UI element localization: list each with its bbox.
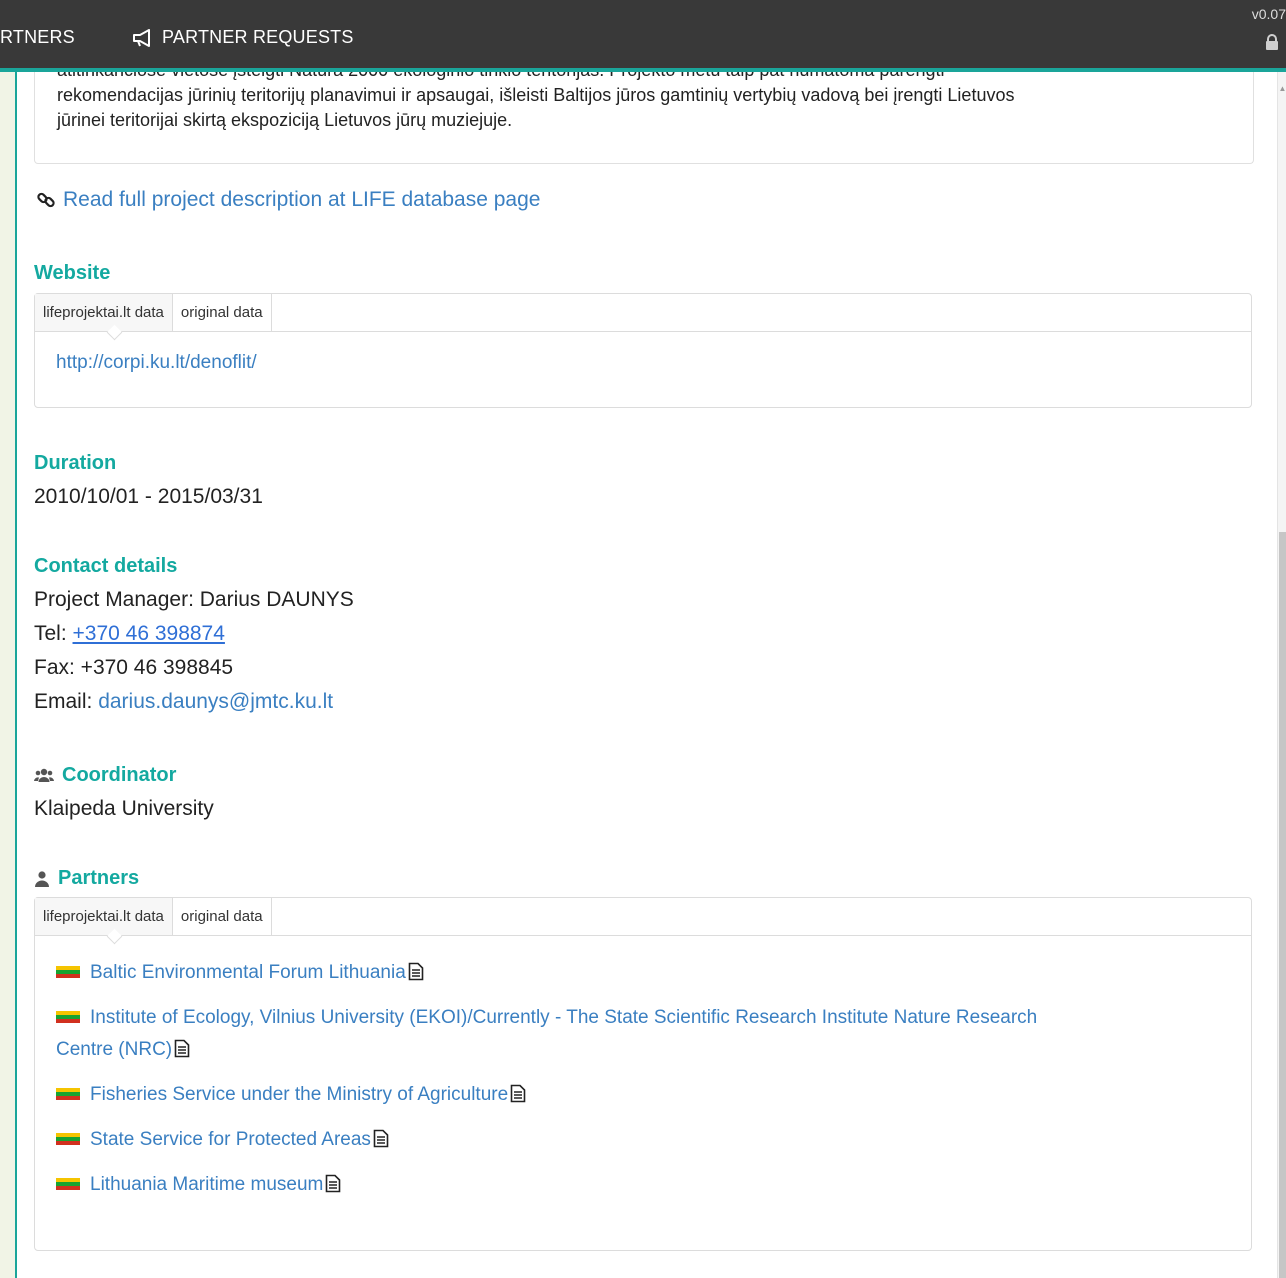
partners-list: Baltic Environmental Forum Lithuania Ins… <box>35 936 1251 1201</box>
website-tabs: lifeprojektai.lt data original data <box>35 294 1251 332</box>
tab-lifeprojektai-data[interactable]: lifeprojektai.lt data <box>35 898 173 935</box>
partner-link[interactable]: State Service for Protected Areas <box>90 1129 371 1150</box>
contact-heading: Contact details <box>34 555 178 577</box>
partners-heading-row: Partners <box>34 867 139 890</box>
tab-original-data[interactable]: original data <box>173 294 272 331</box>
email-link[interactable]: darius.daunys@jmtc.ku.lt <box>98 690 333 713</box>
lithuania-flag-icon <box>56 1133 80 1145</box>
partner-link[interactable]: Institute of Ecology, Vilnius University… <box>90 1007 1037 1028</box>
lock-icon[interactable] <box>1264 34 1280 50</box>
project-detail-panel: atitinkančiose vietose įsteigti Natura 2… <box>15 72 1277 1278</box>
lithuania-flag-icon <box>56 1178 80 1190</box>
nav-partner-requests[interactable]: PARTNER REQUESTS <box>132 27 354 48</box>
lithuania-flag-icon <box>56 1011 80 1023</box>
document-icon[interactable] <box>373 1129 389 1148</box>
coordinator-heading: Coordinator <box>62 764 177 786</box>
partner-link[interactable]: Fisheries Service under the Ministry of … <box>90 1084 508 1105</box>
description-line: rekomendacijas jūrinių teritorijų planav… <box>57 85 1015 105</box>
document-icon[interactable] <box>325 1174 341 1193</box>
link-icon <box>37 192 55 208</box>
coordinator-heading-row: Coordinator <box>34 764 176 787</box>
scrollbar-thumb[interactable] <box>1279 532 1286 1278</box>
partner-link-continued[interactable]: Centre (NRC) <box>56 1039 172 1060</box>
top-navbar: RTNERS PARTNER REQUESTS v0.07 <box>0 0 1286 72</box>
user-icon <box>35 870 49 887</box>
read-full-description-label: Read full project description at LIFE da… <box>63 188 541 211</box>
lithuania-flag-icon <box>56 1088 80 1100</box>
partner-item: Lithuania Maritime museum <box>56 1169 1230 1201</box>
description-line: atitinkančiose vietose įsteigti Natura 2… <box>57 72 1231 83</box>
contact-email-row: Email: darius.daunys@jmtc.ku.lt <box>34 685 354 719</box>
users-icon <box>34 768 54 782</box>
partners-tabbox: lifeprojektai.lt data original data Balt… <box>34 897 1252 1251</box>
partner-item: State Service for Protected Areas <box>56 1124 1230 1156</box>
document-icon[interactable] <box>408 962 424 981</box>
coordinator-value: Klaipeda University <box>34 797 214 820</box>
nav-partner-requests-label: PARTNER REQUESTS <box>162 27 354 47</box>
partners-heading: Partners <box>58 867 140 889</box>
partner-item: Institute of Ecology, Vilnius University… <box>56 1002 1230 1066</box>
contact-tel-row: Tel: +370 46 398874 <box>34 617 354 651</box>
scroll-up-arrow-icon[interactable]: ▲ <box>1278 84 1286 93</box>
description-box: atitinkančiose vietose įsteigti Natura 2… <box>34 72 1254 164</box>
nav-partners[interactable]: RTNERS <box>0 27 75 48</box>
document-icon[interactable] <box>510 1084 526 1103</box>
email-label: Email: <box>34 690 99 713</box>
tel-link[interactable]: +370 46 398874 <box>73 622 225 645</box>
megaphone-icon <box>133 28 150 47</box>
version-label: v0.07 <box>1251 6 1286 22</box>
read-full-description-link[interactable]: Read full project description at LIFE da… <box>37 188 540 212</box>
tel-label: Tel: <box>34 622 73 645</box>
website-heading: Website <box>34 262 111 284</box>
tab-original-data[interactable]: original data <box>173 898 272 935</box>
contact-details: Project Manager: Darius DAUNYS Tel: +370… <box>34 583 354 719</box>
website-tabbox: lifeprojektai.lt data original data http… <box>34 293 1252 408</box>
vertical-scrollbar[interactable]: ▲ <box>1277 72 1286 1278</box>
partners-tabs: lifeprojektai.lt data original data <box>35 898 1251 936</box>
partner-item: Baltic Environmental Forum Lithuania <box>56 957 1230 989</box>
tab-lifeprojektai-data[interactable]: lifeprojektai.lt data <box>35 294 173 331</box>
lithuania-flag-icon <box>56 966 80 978</box>
partner-link[interactable]: Lithuania Maritime museum <box>90 1174 323 1195</box>
duration-heading: Duration <box>34 452 117 474</box>
contact-manager: Project Manager: Darius DAUNYS <box>34 588 354 611</box>
document-icon[interactable] <box>174 1039 190 1058</box>
contact-fax: Fax: +370 46 398845 <box>34 656 234 679</box>
partner-item: Fisheries Service under the Ministry of … <box>56 1079 1230 1111</box>
duration-value: 2010/10/01 - 2015/03/31 <box>34 485 263 508</box>
partner-link[interactable]: Baltic Environmental Forum Lithuania <box>90 962 406 983</box>
description-line: jūrinei teritorijai skirtą ekspoziciją L… <box>57 110 513 130</box>
website-url-link[interactable]: http://corpi.ku.lt/denoflit/ <box>56 352 257 373</box>
